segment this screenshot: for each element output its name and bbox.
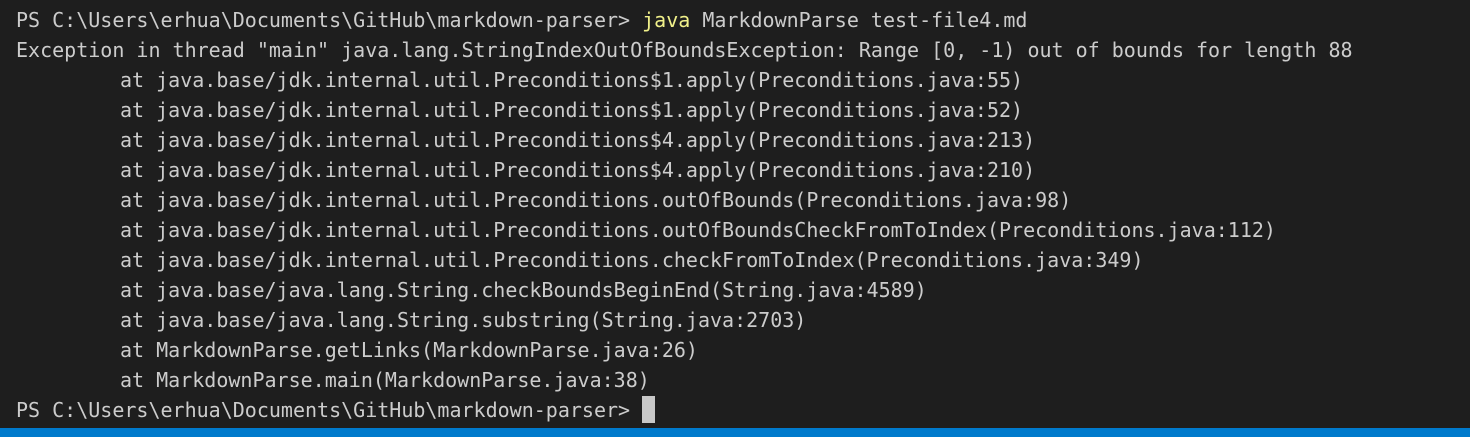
status-bar [0,428,1470,437]
stack-frame: at java.base/jdk.internal.util.Precondit… [120,248,1144,272]
stack-frame: at java.base/jdk.internal.util.Precondit… [120,68,1024,92]
prompt-path: PS C:\Users\erhua\Documents\GitHub\markd… [16,8,643,32]
stack-frame: at MarkdownParse.getLinks(MarkdownParse.… [120,338,698,362]
terminal-panel[interactable]: PS C:\Users\erhua\Documents\GitHub\markd… [0,0,1470,437]
terminal-output: PS C:\Users\erhua\Documents\GitHub\markd… [16,5,1470,425]
final-prompt-line[interactable]: PS C:\Users\erhua\Documents\GitHub\markd… [16,395,1470,425]
command-name: java [642,8,691,32]
stack-frame: at java.base/jdk.internal.util.Precondit… [120,188,1072,212]
final-prompt: PS C:\Users\erhua\Documents\GitHub\markd… [16,398,631,422]
exception-message: Exception in thread "main" java.lang.Str… [16,38,1353,62]
stack-frame: at java.base/jdk.internal.util.Precondit… [120,128,1036,152]
stack-frame: at MarkdownParse.main(MarkdownParse.java… [120,368,650,392]
stack-frame: at java.base/java.lang.String.substring(… [120,308,807,332]
stack-frame: at java.base/java.lang.String.checkBound… [120,278,927,302]
text-cursor [642,396,656,423]
command-args: MarkdownParse test-file4.md [690,8,1028,32]
stack-frame: at java.base/jdk.internal.util.Precondit… [120,218,1276,242]
stack-frame: at java.base/jdk.internal.util.Precondit… [120,98,1024,122]
command-line: PS C:\Users\erhua\Documents\GitHub\markd… [16,5,1470,35]
stack-frame: at java.base/jdk.internal.util.Precondit… [120,158,1036,182]
